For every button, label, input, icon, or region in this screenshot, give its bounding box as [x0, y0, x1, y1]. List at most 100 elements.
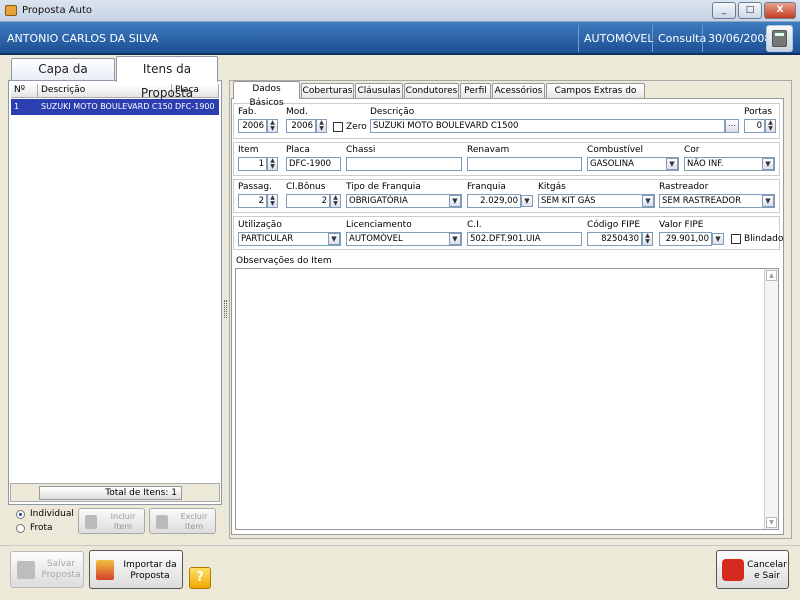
- kitgas-select[interactable]: SEM KIT GÁS: [538, 194, 655, 208]
- placa-label: Placa: [286, 145, 310, 155]
- total-items: Total de Itens: 1: [39, 486, 182, 500]
- tab-coberturas[interactable]: Coberturas: [301, 83, 354, 98]
- utilizacao-label: Utilização: [238, 220, 282, 230]
- valor-fipe-dropdown[interactable]: ▼: [712, 233, 724, 245]
- item-list: Nº Descrição Placa 1 SUZUKI MOTO BOULEVA…: [8, 80, 222, 505]
- observacoes-textarea[interactable]: ▲ ▼: [235, 268, 779, 530]
- passag-input[interactable]: 2: [238, 194, 267, 208]
- table-row-num[interactable]: 1: [11, 99, 38, 115]
- cancelar-sair-label: Cancelar e Sair: [747, 560, 787, 581]
- rastreador-select[interactable]: SEM RASTREADOR: [659, 194, 775, 208]
- total-bar: Total de Itens: 1: [10, 483, 220, 502]
- renavam-input[interactable]: [467, 157, 582, 171]
- help-button[interactable]: ?: [189, 567, 211, 589]
- product-label: AUTOMÓVEL: [578, 25, 654, 52]
- licenciamento-select[interactable]: AUTOMÓVEL: [346, 232, 462, 246]
- franquia-dropdown[interactable]: ▼: [521, 195, 533, 207]
- zero-checkbox[interactable]: [333, 122, 343, 132]
- blindado-label: Blindado: [744, 234, 784, 244]
- add-item-icon: [85, 515, 97, 529]
- rastreador-label: Rastreador: [659, 182, 709, 192]
- renavam-label: Renavam: [467, 145, 510, 155]
- utilizacao-dropdown[interactable]: ▼: [328, 233, 340, 245]
- cor-label: Cor: [684, 145, 700, 155]
- maximize-button[interactable]: □: [738, 2, 762, 19]
- licenciamento-dropdown[interactable]: ▼: [449, 233, 461, 245]
- close-button[interactable]: X: [764, 2, 796, 19]
- item-spinner[interactable]: ▲ ▼: [267, 157, 278, 171]
- rastreador-dropdown[interactable]: ▼: [762, 195, 774, 207]
- utilizacao-select[interactable]: PARTICULAR: [238, 232, 341, 246]
- salvar-proposta-button[interactable]: Salvar Proposta: [10, 551, 84, 588]
- tab-dados-basicos[interactable]: Dados Básicos: [233, 81, 300, 108]
- combustivel-label: Combustível: [587, 145, 644, 155]
- ci-input[interactable]: 502.DFT.901.UIA: [467, 232, 582, 246]
- tipo-franquia-select[interactable]: OBRIGATÓRIA: [346, 194, 462, 208]
- excluir-item-button[interactable]: Excluir Item: [149, 508, 216, 534]
- salvar-proposta-label: Salvar Proposta: [41, 559, 81, 580]
- licenciamento-label: Licenciamento: [346, 220, 412, 230]
- portas-input[interactable]: 0: [744, 119, 765, 133]
- descricao-input[interactable]: SUZUKI MOTO BOULEVARD C1500: [370, 119, 725, 133]
- tipo-franquia-label: Tipo de Franquia: [346, 182, 421, 192]
- cancelar-sair-button[interactable]: Cancelar e Sair: [716, 550, 789, 589]
- chassi-input[interactable]: [346, 157, 462, 171]
- blindado-checkbox[interactable]: [731, 234, 741, 244]
- valor-fipe-input[interactable]: 29.901,00: [659, 232, 712, 246]
- client-name: ANTONIO CARLOS DA SILVA: [7, 32, 159, 45]
- ci-label: C.I.: [467, 220, 482, 230]
- clbonus-input[interactable]: 2: [286, 194, 330, 208]
- tab-clausulas[interactable]: Cláusulas: [355, 83, 403, 98]
- placa-input[interactable]: DFC-1900: [286, 157, 341, 171]
- calculator-icon: [772, 30, 787, 47]
- codigo-fipe-label: Código FIPE: [587, 220, 641, 230]
- clbonus-spinner[interactable]: ▲ ▼: [330, 194, 341, 208]
- scroll-up-arrow[interactable]: ▲: [766, 270, 777, 281]
- tab-acessorios[interactable]: Acessórios: [492, 83, 545, 98]
- scroll-down-arrow[interactable]: ▼: [766, 517, 777, 528]
- kitgas-dropdown[interactable]: ▼: [642, 195, 654, 207]
- franquia-input[interactable]: 2.029,00: [467, 194, 521, 208]
- kitgas-label: Kitgás: [538, 182, 566, 192]
- observacoes-scrollbar[interactable]: ▲ ▼: [764, 269, 778, 529]
- tab-campos-extras[interactable]: Campos Extras do Item: [546, 83, 645, 110]
- importar-proposta-label: Importar da Proposta: [123, 560, 177, 581]
- power-icon: [722, 559, 744, 581]
- app-icon: [5, 5, 17, 16]
- excluir-item-label: Excluir Item: [180, 512, 208, 531]
- cor-dropdown[interactable]: ▼: [762, 158, 774, 170]
- observacoes-label: Observações do Item: [236, 256, 332, 266]
- tipo-franquia-dropdown[interactable]: ▼: [449, 195, 461, 207]
- fab-spinner[interactable]: ▲ ▼: [267, 119, 278, 133]
- tab-perfil[interactable]: Perfil: [460, 83, 491, 98]
- tab-itens-proposta[interactable]: Itens da Proposta: [116, 56, 218, 100]
- minimize-button[interactable]: _: [712, 2, 736, 19]
- import-icon: [96, 560, 114, 580]
- fab-input[interactable]: 2006: [238, 119, 267, 133]
- combustivel-dropdown[interactable]: ▼: [666, 158, 678, 170]
- calculator-button[interactable]: [766, 25, 793, 52]
- descricao-lookup-button[interactable]: ⋯: [725, 119, 739, 133]
- portas-spinner[interactable]: ▲ ▼: [765, 119, 776, 133]
- codigo-fipe-input[interactable]: 8250430: [587, 232, 642, 246]
- incluir-item-button[interactable]: Incluir Item: [78, 508, 145, 534]
- mode-label: Consulta: [652, 25, 706, 52]
- tab-capa-proposta[interactable]: Capa da Proposta: [11, 58, 115, 97]
- portas-label: Portas: [744, 107, 773, 117]
- delete-item-icon: [156, 515, 168, 529]
- splitter-handle[interactable]: [224, 300, 227, 318]
- title-bar: Proposta Auto _ □ X: [0, 0, 800, 22]
- mod-label: Mod.: [286, 107, 308, 117]
- importar-proposta-button[interactable]: Importar da Proposta: [89, 550, 183, 589]
- item-input[interactable]: 1: [238, 157, 267, 171]
- passag-label: Passag.: [238, 182, 273, 192]
- mod-spinner[interactable]: ▲ ▼: [316, 119, 327, 133]
- frota-radio[interactable]: [16, 524, 25, 533]
- individual-label: Individual: [30, 509, 74, 519]
- tab-condutores[interactable]: Condutores: [404, 83, 459, 98]
- mod-input[interactable]: 2006: [286, 119, 316, 133]
- column-header-num[interactable]: Nº: [11, 84, 38, 98]
- passag-spinner[interactable]: ▲ ▼: [267, 194, 278, 208]
- individual-radio[interactable]: [16, 510, 25, 519]
- codigo-fipe-spinner[interactable]: ▲ ▼: [642, 232, 653, 246]
